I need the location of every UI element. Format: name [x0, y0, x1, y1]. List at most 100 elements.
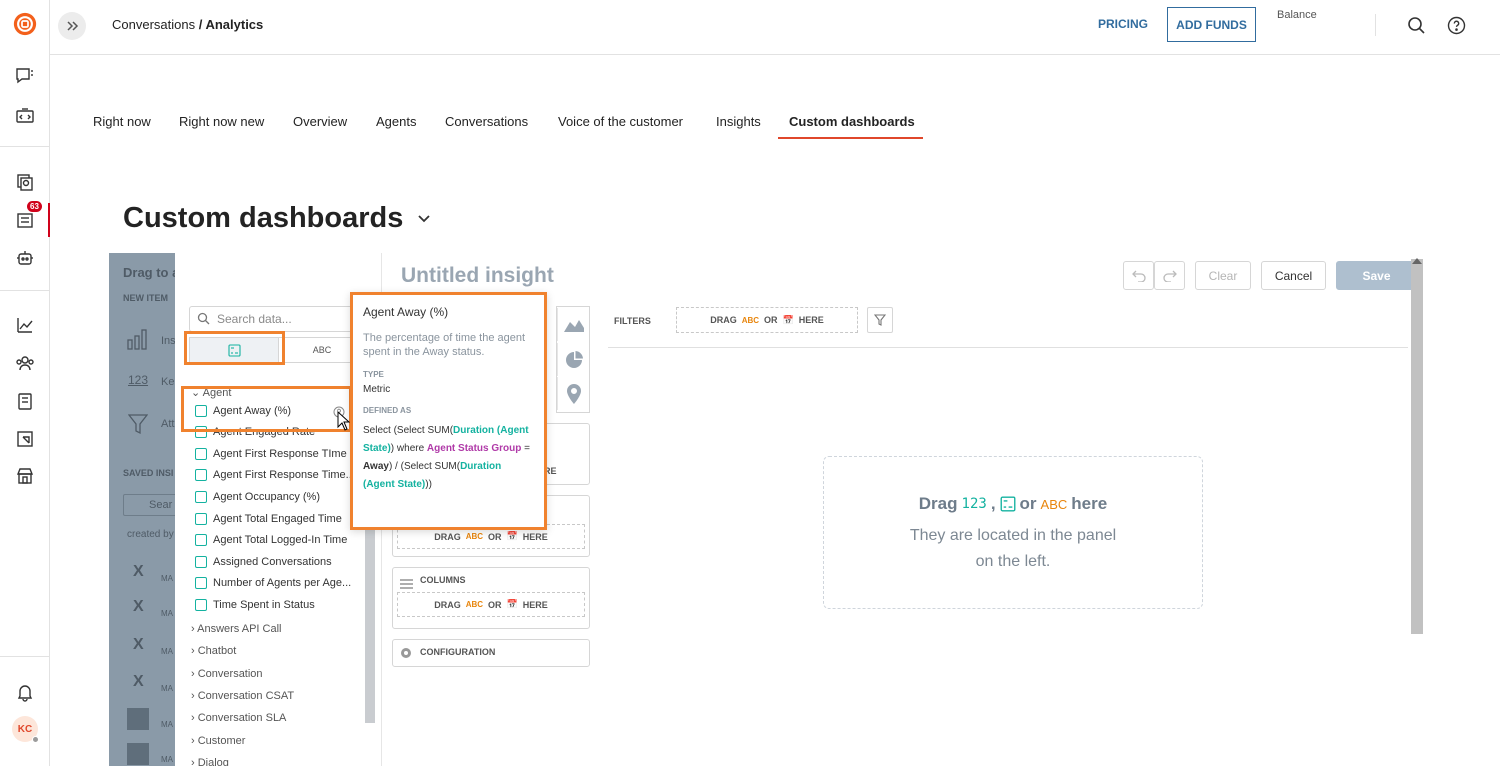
filters-label: FILTERS: [614, 316, 651, 326]
export-icon[interactable]: [13, 427, 37, 451]
breadcrumb: Conversations / Analytics: [112, 17, 263, 32]
group-item[interactable]: › Chatbot: [191, 645, 236, 657]
overlay-ma-label: MA: [161, 609, 173, 618]
list-item[interactable]: Agent Occupancy (%): [195, 488, 320, 506]
overlay-search-box: Sear: [123, 494, 175, 516]
or-text: OR: [488, 599, 502, 610]
clear-button[interactable]: Clear: [1195, 261, 1251, 290]
list-item[interactable]: Number of Agents per Age...: [195, 574, 351, 592]
def-text: =: [521, 443, 530, 454]
group-item[interactable]: › Answers API Call: [191, 623, 282, 635]
or-text: OR: [764, 315, 778, 325]
search-data-input[interactable]: Search data...: [189, 306, 359, 332]
filter-drop-zone[interactable]: DRAG ABC OR 📅 HERE: [676, 307, 858, 333]
group-item[interactable]: › Conversation SLA: [191, 712, 286, 724]
overlay-ma-label: MA: [161, 684, 173, 693]
configuration-section[interactable]: CONFIGURATION: [392, 639, 590, 667]
group-item[interactable]: › Customer: [191, 735, 245, 747]
tab-voice-of-the-customer[interactable]: Voice of the customer: [558, 114, 683, 129]
list-item[interactable]: Agent Total Engaged Time: [195, 510, 342, 528]
drop-zone[interactable]: DRAG ABC OR 📅 HERE: [397, 592, 585, 617]
expand-sidebar-button[interactable]: [58, 12, 86, 40]
list-item[interactable]: Agent Total Logged-In Time: [195, 531, 347, 549]
page-title[interactable]: Custom dashboards: [123, 202, 431, 235]
list-item[interactable]: Time Spent in Status: [195, 596, 315, 614]
empty-drop-area[interactable]: Drag 123 , or ABC here They are located …: [823, 456, 1203, 609]
x-icon: X: [133, 636, 144, 653]
bot-icon[interactable]: [13, 246, 37, 270]
store-icon[interactable]: [13, 464, 37, 488]
overlay-panel: Drag to a NEW ITEM Ins 123 Ke Att SAVED …: [109, 253, 175, 766]
pie-chart-icon[interactable]: [557, 343, 589, 376]
chevron-right-icon: ›: [191, 735, 198, 747]
scroll-up-arrow-icon[interactable]: [1412, 258, 1422, 264]
funnel-icon: [874, 314, 886, 326]
chevron-down-icon: [418, 215, 431, 223]
empty-drag: Drag: [918, 494, 958, 513]
search-icon[interactable]: [1407, 16, 1426, 40]
group-item[interactable]: › Conversation CSAT: [191, 690, 294, 702]
tab-right-now[interactable]: Right now: [93, 114, 151, 129]
empty-comma: ,: [990, 494, 996, 513]
list-item[interactable]: Assigned Conversations: [195, 553, 332, 571]
list-item-label: Number of Agents per Age...: [213, 577, 352, 589]
rail-divider: [0, 656, 50, 657]
empty-line-2: on the left.: [975, 553, 1051, 570]
x-icon: X: [133, 673, 144, 690]
group-item[interactable]: › Conversation: [191, 668, 263, 680]
overlay-item-insight: Ins: [161, 335, 175, 347]
list-item[interactable]: Agent First Response Time...: [195, 466, 355, 484]
overlay-item-attribute: Att: [161, 418, 175, 430]
help-icon[interactable]: [1447, 16, 1466, 40]
tab-custom-dashboards[interactable]: Custom dashboards: [789, 114, 915, 129]
filter-button[interactable]: [867, 307, 893, 333]
breadcrumb-parent[interactable]: Conversations: [112, 17, 195, 32]
tab-conversations[interactable]: Conversations: [445, 114, 528, 129]
chat-icon[interactable]: [13, 64, 37, 88]
highlight-box: [184, 331, 285, 365]
bell-icon[interactable]: [13, 680, 37, 704]
tab-insights[interactable]: Insights: [716, 114, 761, 129]
overlay-ma-label: MA: [161, 574, 173, 583]
area-chart-icon[interactable]: [557, 308, 589, 341]
metric-icon: [195, 513, 207, 525]
undo-button[interactable]: [1123, 261, 1154, 290]
abc-icon: ABC: [1040, 496, 1068, 512]
add-funds-button[interactable]: ADD FUNDS: [1167, 7, 1256, 42]
overlay-search-text: Sear: [149, 499, 173, 511]
x-icon: X: [133, 563, 144, 580]
group-item[interactable]: › Dialog: [191, 757, 229, 766]
tab-right-now-new[interactable]: Right now new: [179, 114, 264, 129]
pricing-link[interactable]: PRICING: [1098, 17, 1148, 31]
redo-button[interactable]: [1154, 261, 1185, 290]
geo-chart-icon[interactable]: [557, 377, 589, 410]
metric-icon: [195, 556, 207, 568]
insight-title[interactable]: Untitled insight: [401, 264, 554, 288]
highlight-box: [181, 386, 352, 432]
copy-search-icon[interactable]: [13, 170, 37, 194]
book-icon[interactable]: [13, 389, 37, 413]
x-icon: X: [133, 598, 144, 615]
calendar-icon: 📅: [506, 599, 518, 609]
kpi-icon: 123: [961, 496, 987, 512]
left-rail: 63 KC: [0, 0, 50, 766]
empty-or: or: [1019, 494, 1037, 513]
balance-label: Balance: [1277, 9, 1317, 21]
def-text: Select (Select SUM(: [363, 425, 454, 436]
list-item[interactable]: Agent First Response TIme: [195, 445, 347, 463]
code-box-icon[interactable]: [13, 104, 37, 128]
cancel-button[interactable]: Cancel: [1261, 261, 1326, 290]
analytics-icon[interactable]: [13, 313, 37, 337]
tab-agents[interactable]: Agents: [376, 114, 416, 129]
people-icon[interactable]: [13, 351, 37, 375]
group-label: Conversation SLA: [197, 712, 287, 724]
bucket-columns: COLUMNS DRAG ABC OR 📅 HERE: [392, 567, 590, 629]
scrollbar[interactable]: [1411, 259, 1423, 634]
drag-text: DRAG: [434, 599, 461, 610]
def-text: ) / (Select SUM(: [388, 461, 461, 472]
tab-overview[interactable]: Overview: [293, 114, 347, 129]
kpi-icon: 123: [128, 373, 149, 387]
here-text: HERE: [522, 599, 548, 610]
logo-icon[interactable]: [13, 12, 37, 36]
save-button[interactable]: Save: [1336, 261, 1417, 290]
